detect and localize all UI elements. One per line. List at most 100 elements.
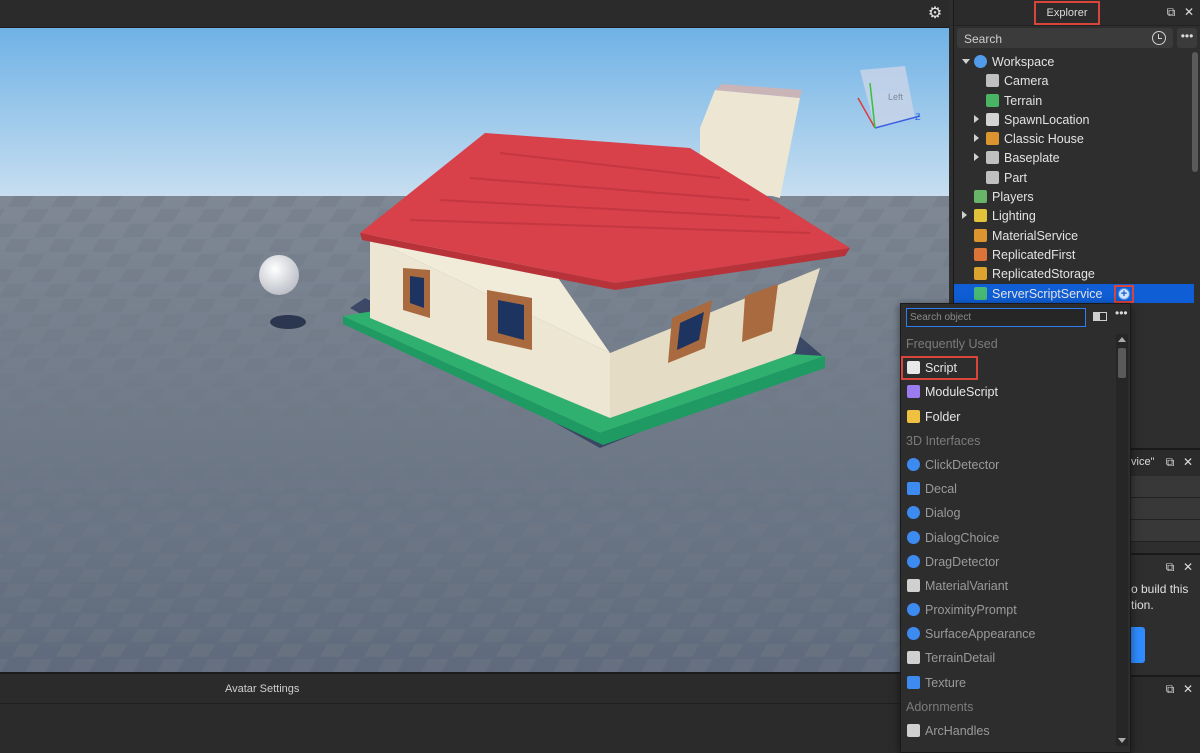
insert-more-button[interactable]: •••: [1115, 306, 1128, 320]
insert-item-archandles[interactable]: ArcHandles: [901, 719, 1115, 743]
tree-item-part[interactable]: Part: [954, 168, 1194, 187]
terrain-icon: [986, 93, 999, 107]
drag-detector-icon: [907, 554, 920, 568]
insert-item-decal[interactable]: Decal: [901, 477, 1115, 501]
scroll-down-icon[interactable]: [1118, 738, 1126, 743]
tree-item-label: Workspace: [992, 55, 1055, 69]
viewport-toolbar: ⚙: [0, 0, 949, 28]
click-detector-icon: [907, 457, 920, 471]
insert-item-clickdetector[interactable]: ClickDetector: [901, 453, 1115, 477]
tree-item-replicatedfirst[interactable]: ReplicatedFirst: [954, 245, 1194, 264]
explorer-scrollbar[interactable]: [1192, 52, 1198, 172]
insert-item-texture[interactable]: Texture: [901, 671, 1115, 695]
material-service-icon: [974, 228, 987, 242]
part-icon: [986, 151, 999, 165]
assistant-action-button[interactable]: [1131, 627, 1145, 663]
terrain-detail-icon: [907, 651, 920, 665]
tree-item-spawnlocation[interactable]: SpawnLocation: [954, 110, 1194, 129]
tree-item-classic-house[interactable]: Classic House: [954, 129, 1194, 148]
tree-item-label: Lighting: [992, 209, 1036, 224]
insert-item-label: TerrainDetail: [925, 651, 996, 666]
insert-item-proximityprompt[interactable]: ProximityPrompt: [901, 598, 1115, 622]
tree-item-lighting[interactable]: Lighting: [954, 206, 1194, 225]
explorer-search-input[interactable]: Search: [957, 28, 1173, 48]
ball-shadow: [270, 315, 306, 329]
tree-item-terrain[interactable]: Terrain: [954, 91, 1194, 110]
insert-scrollbar[interactable]: [1116, 334, 1128, 746]
tree-item-materialservice[interactable]: MaterialService: [954, 226, 1194, 245]
gear-icon[interactable]: ⚙: [925, 4, 945, 24]
explorer-more-button[interactable]: •••: [1177, 28, 1197, 48]
assistant-text: o build this tion.: [1131, 581, 1188, 613]
scroll-up-icon[interactable]: [1118, 337, 1126, 342]
tree-item-label: ServerScriptService: [992, 286, 1103, 301]
scroll-thumb[interactable]: [1118, 348, 1126, 378]
insert-item-dragdetector[interactable]: DragDetector: [901, 550, 1115, 574]
undock-icon[interactable]: ⧉: [1163, 560, 1177, 574]
replicated-first-icon: [974, 247, 987, 261]
lower-right-panel: ⧉ ✕: [1131, 675, 1200, 753]
arc-handles-icon: [907, 724, 920, 737]
tree-item-label: Players: [992, 190, 1034, 205]
property-row[interactable]: [1131, 520, 1200, 542]
viewport-scene[interactable]: Left Z: [0, 28, 949, 672]
axis-z-label: Z: [915, 112, 921, 122]
close-icon[interactable]: ✕: [1181, 455, 1195, 469]
insert-item-dialog[interactable]: Dialog: [901, 501, 1115, 525]
assistant-text-line: o build this: [1131, 582, 1189, 596]
insert-item-folder[interactable]: Folder: [901, 405, 1115, 429]
3d-viewport[interactable]: ⚙ Left Z: [0, 0, 949, 672]
insert-item-modulescript[interactable]: ModuleScript: [901, 380, 1115, 404]
property-row[interactable]: [1131, 498, 1200, 520]
studio-window: ⚙ Left Z Avatar Settings Explorer ⧉ ✕ Se…: [0, 0, 1200, 753]
insert-item-label: Texture: [925, 675, 966, 690]
tree-item-label: MaterialService: [992, 228, 1079, 243]
tree-item-players[interactable]: Players: [954, 187, 1194, 206]
script-icon: [907, 361, 920, 375]
explorer-tree: Workspace Camera Terrain SpawnLocation Class…: [954, 52, 1194, 303]
close-icon[interactable]: ✕: [1182, 5, 1196, 19]
close-icon[interactable]: ✕: [1181, 560, 1195, 574]
property-row[interactable]: [1131, 476, 1200, 498]
insert-item-terraindetail[interactable]: TerrainDetail: [901, 646, 1115, 670]
insert-item-label: Decal: [925, 482, 957, 497]
history-icon[interactable]: [1152, 31, 1166, 45]
undock-icon[interactable]: ⧉: [1163, 455, 1177, 469]
insert-item-script[interactable]: Script: [901, 356, 978, 381]
window: [410, 276, 424, 308]
insert-item-label: Folder: [925, 409, 961, 424]
insert-item-label: SurfaceAppearance: [925, 627, 1036, 642]
chevron-right-icon[interactable]: [974, 134, 979, 143]
tree-item-label: Baseplate: [1004, 151, 1060, 166]
part-icon: [986, 170, 999, 184]
spawn-icon: [986, 112, 999, 126]
chevron-right-icon[interactable]: [962, 211, 967, 220]
insert-item-surfaceappearance[interactable]: SurfaceAppearance: [901, 622, 1115, 646]
tree-item-label: ReplicatedFirst: [992, 247, 1076, 262]
module-script-icon: [907, 385, 920, 399]
insert-item-materialvariant[interactable]: MaterialVariant: [901, 574, 1115, 598]
window: [498, 300, 524, 340]
chevron-right-icon[interactable]: [974, 153, 979, 162]
explorer-tab[interactable]: Explorer: [1034, 1, 1100, 25]
tree-item-baseplate[interactable]: Baseplate: [954, 148, 1194, 167]
folder-icon: [907, 409, 920, 423]
material-variant-icon: [907, 578, 920, 592]
tree-item-label: ReplicatedStorage: [992, 267, 1095, 282]
view-toggle-icon[interactable]: [1093, 312, 1107, 321]
tree-item-serverscriptservice[interactable]: ServerScriptService +: [954, 283, 1194, 303]
tree-item-replicatedstorage[interactable]: ReplicatedStorage: [954, 264, 1194, 283]
tree-item-workspace[interactable]: Workspace: [954, 52, 1194, 71]
insert-object-button[interactable]: +: [1114, 284, 1134, 303]
globe-icon: [974, 55, 987, 68]
chevron-down-icon[interactable]: [962, 59, 970, 64]
close-icon[interactable]: ✕: [1181, 682, 1195, 696]
tree-item-camera[interactable]: Camera: [954, 71, 1194, 90]
undock-icon[interactable]: ⧉: [1164, 5, 1178, 19]
chevron-right-icon[interactable]: [974, 114, 979, 123]
avatar-settings-title[interactable]: Avatar Settings: [225, 683, 299, 695]
insert-item-dialogchoice[interactable]: DialogChoice: [901, 526, 1115, 550]
insert-search-input[interactable]: Search object: [906, 308, 1086, 327]
undock-icon[interactable]: ⧉: [1163, 682, 1177, 696]
sphere-part: [259, 255, 299, 295]
